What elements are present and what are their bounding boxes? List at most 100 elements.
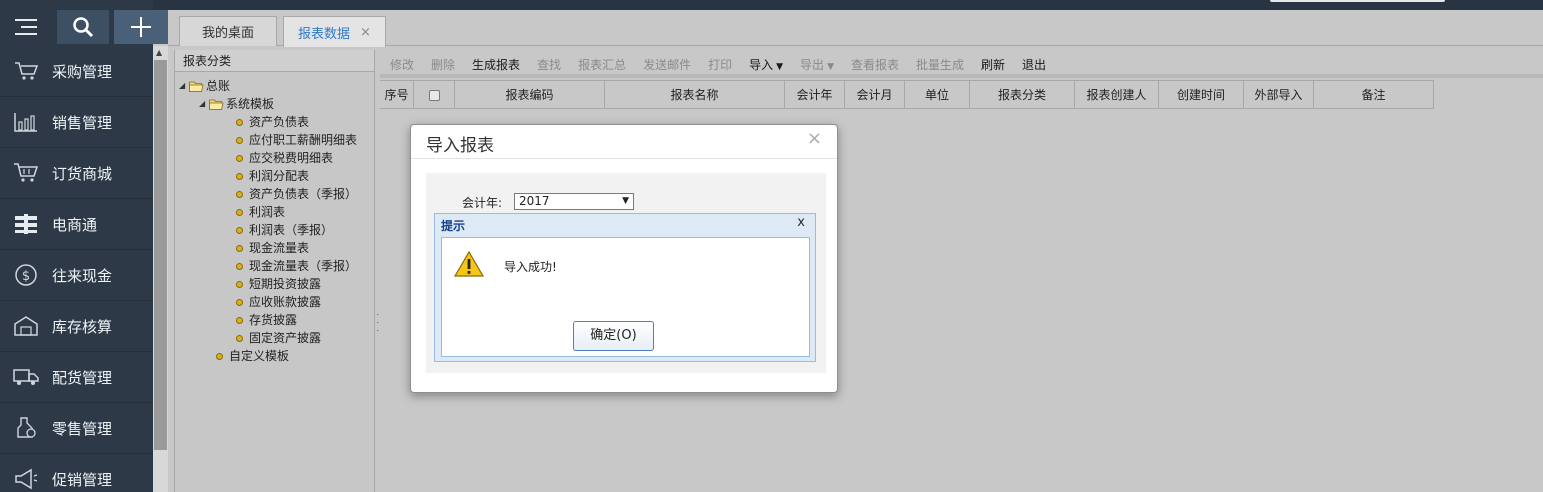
- nav-label: 库存核算: [52, 317, 113, 336]
- nav-scrollbar[interactable]: ▲: [153, 46, 168, 492]
- close-icon[interactable]: ×: [360, 25, 371, 40]
- nav-label: 往来现金: [52, 266, 113, 285]
- batch-generate-button[interactable]: 批量生成: [916, 56, 964, 73]
- tree-leaf[interactable]: 现金流量表: [236, 239, 309, 257]
- panel-splitter-handle[interactable]: ⋮⋮⋮: [375, 310, 385, 334]
- dialog-close-icon[interactable]: ×: [807, 128, 822, 149]
- left-navigation: 采购管理 销售管理 订货商城 电商通 $ 往来现金 库存核算 配货管理 零售管理: [0, 0, 168, 492]
- nav-item-promotion[interactable]: 促销管理: [0, 454, 153, 492]
- retail-icon: [0, 416, 52, 440]
- find-button[interactable]: 查找: [537, 56, 561, 73]
- leaf-dot-icon: [236, 244, 243, 252]
- nav-label: 销售管理: [52, 113, 113, 132]
- refresh-button[interactable]: 刷新: [981, 56, 1005, 73]
- column-header-created-time[interactable]: 创建时间: [1159, 81, 1244, 109]
- column-header-category[interactable]: 报表分类: [970, 81, 1075, 109]
- expand-triangle-icon[interactable]: ◢: [179, 77, 189, 95]
- add-button[interactable]: [114, 10, 168, 44]
- tree-label: 系统模板: [226, 97, 275, 111]
- delete-button[interactable]: 删除: [431, 56, 455, 73]
- tree-label: 存货披露: [249, 313, 298, 327]
- tree-leaf[interactable]: 现金流量表（季报）: [236, 257, 357, 275]
- tree-label: 应收账款披露: [249, 295, 322, 309]
- tab-label: 报表数据: [298, 26, 351, 42]
- column-header-month[interactable]: 会计月: [845, 81, 905, 109]
- column-header-creator[interactable]: 报表创建人: [1075, 81, 1159, 109]
- nav-label: 促销管理: [52, 470, 113, 489]
- tree-node-custom-templates[interactable]: 自定义模板: [216, 347, 289, 365]
- column-header-external-import[interactable]: 外部导入: [1244, 81, 1314, 109]
- tree-leaf[interactable]: 利润表: [236, 203, 285, 221]
- nav-item-ecommerce[interactable]: 电商通: [0, 199, 153, 250]
- leaf-dot-icon: [236, 280, 243, 288]
- tree-leaf[interactable]: 存货披露: [236, 311, 297, 329]
- alert-close-icon[interactable]: x: [797, 215, 805, 230]
- tree-header: 报表分类: [175, 50, 374, 72]
- scroll-up-icon[interactable]: ▲: [156, 48, 162, 57]
- expand-triangle-icon[interactable]: ◢: [199, 95, 209, 113]
- tab-report-data[interactable]: 报表数据 ×: [283, 16, 386, 47]
- nav-item-inventory[interactable]: 库存核算: [0, 301, 153, 352]
- export-button[interactable]: 导出 ▼: [800, 56, 834, 73]
- column-header-unit[interactable]: 单位: [905, 81, 970, 109]
- alert-message: 导入成功!: [504, 260, 557, 274]
- search-button[interactable]: [57, 10, 109, 44]
- nav-item-distribution[interactable]: 配货管理: [0, 352, 153, 403]
- nav-label: 电商通: [52, 215, 98, 234]
- leaf-dot-icon: [236, 136, 243, 144]
- exit-button[interactable]: 退出: [1022, 56, 1046, 73]
- warehouse-icon: [0, 315, 52, 337]
- tab-my-desktop[interactable]: 我的桌面: [179, 16, 277, 46]
- tree-label: 应交税费明细表: [249, 151, 334, 165]
- fiscal-year-select[interactable]: 2017 ▼: [514, 193, 634, 210]
- tree-label: 现金流量表（季报）: [249, 259, 358, 273]
- column-header-code[interactable]: 报表编码: [455, 81, 605, 109]
- menu-button[interactable]: [0, 10, 52, 44]
- column-header-remark[interactable]: 备注: [1314, 81, 1434, 109]
- alert-title: 提示: [441, 219, 466, 233]
- tree-leaf[interactable]: 应交税费明细表: [236, 149, 333, 167]
- column-header-year[interactable]: 会计年: [785, 81, 845, 109]
- nav-tools: [0, 10, 168, 44]
- tree-node-system-templates[interactable]: ◢ 系统模板: [199, 95, 274, 113]
- print-button[interactable]: 打印: [708, 56, 732, 73]
- report-summary-button[interactable]: 报表汇总: [578, 56, 626, 73]
- confirm-ok-button[interactable]: 确定(O): [573, 321, 654, 351]
- view-report-button[interactable]: 查看报表: [851, 56, 899, 73]
- report-toolbar: 修改 删除 生成报表 查找 报表汇总 发送邮件 打印 导入 ▼ 导出 ▼ 查看报表 …: [380, 54, 1543, 78]
- import-button[interactable]: 导入 ▼: [749, 56, 783, 73]
- leaf-dot-icon: [236, 334, 243, 342]
- tree-label: 资产负债表: [249, 115, 310, 129]
- tree-leaf[interactable]: 利润分配表: [236, 167, 309, 185]
- tree-leaf[interactable]: 利润表（季报）: [236, 221, 333, 239]
- tree-leaf[interactable]: 应付职工薪酬明细表: [236, 131, 357, 149]
- edit-button[interactable]: 修改: [390, 56, 414, 73]
- truck-icon: [0, 366, 52, 388]
- select-all-checkbox[interactable]: [428, 90, 440, 101]
- tree-label: 总账: [206, 79, 231, 93]
- tree-leaf[interactable]: 资产负债表: [236, 113, 309, 131]
- generate-report-button[interactable]: 生成报表: [472, 56, 520, 73]
- nav-item-sales[interactable]: 销售管理: [0, 97, 153, 148]
- tree-label: 利润分配表: [249, 169, 310, 183]
- leaf-dot-icon: [236, 154, 243, 162]
- nav-item-order-mall[interactable]: 订货商城: [0, 148, 153, 199]
- send-email-button[interactable]: 发送邮件: [643, 56, 691, 73]
- nav-item-cash[interactable]: $ 往来现金: [0, 250, 153, 301]
- alert-body: 导入成功! 确定(O): [441, 237, 810, 357]
- leaf-dot-icon: [236, 316, 243, 324]
- nav-label: 零售管理: [52, 419, 113, 438]
- tree-node-root[interactable]: ◢ 总账: [179, 77, 230, 95]
- top-search-field[interactable]: [1270, 0, 1445, 2]
- fiscal-year-value: 2017: [519, 194, 550, 208]
- tree-leaf[interactable]: 固定资产披露: [236, 329, 321, 347]
- tree-leaf[interactable]: 资产负债表（季报）: [236, 185, 357, 203]
- scroll-thumb[interactable]: [154, 60, 167, 450]
- import-label: 导入: [749, 57, 774, 72]
- tree-leaf[interactable]: 应收账款披露: [236, 293, 321, 311]
- tree-leaf[interactable]: 短期投资披露: [236, 275, 321, 293]
- column-header-name[interactable]: 报表名称: [605, 81, 785, 109]
- nav-item-retail[interactable]: 零售管理: [0, 403, 153, 454]
- nav-item-purchase[interactable]: 采购管理: [0, 46, 153, 97]
- svg-text:$: $: [22, 269, 30, 284]
